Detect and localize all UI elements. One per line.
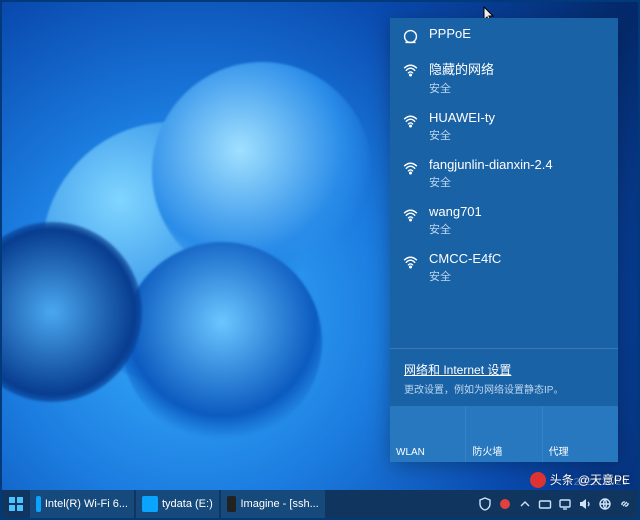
network-security: 安全 [429,80,494,96]
tile-proxy[interactable]: 代理 [543,406,618,462]
wifi-icon [402,253,419,270]
taskbar-app-imagine[interactable]: Imagine - [ssh... [221,490,325,518]
app-icon [227,496,237,512]
tile-wlan[interactable]: WLAN [390,406,466,462]
start-icon [8,496,24,512]
network-name: 隐藏的网络 [429,59,494,78]
network-item-fangjunlin[interactable]: fangjunlin-dianxin-2.4 安全 [390,149,618,196]
tray-volume-icon[interactable] [578,497,592,511]
tray-keyboard-icon[interactable] [538,497,552,511]
network-security: 安全 [429,221,482,237]
network-flyout: PPPoE 隐藏的网络 安全 HUAWEI-ty 安全 [390,18,618,462]
tile-label: WLAN [396,447,425,458]
taskbar-app-tydata[interactable]: tydata (E:) [136,490,219,518]
network-name: PPPoE [429,26,471,41]
system-tray [472,490,638,518]
wallpaper-shape [122,242,322,442]
quick-action-tiles: WLAN 防火墙 代理 [390,406,618,462]
tile-label: 防火墙 [472,443,502,458]
app-icon [36,496,41,512]
app-icon [142,496,158,512]
wifi-icon [402,159,419,176]
wifi-icon [402,61,419,78]
avatar-icon [530,472,546,488]
credit-prefix: 头条 [550,471,574,488]
divider [390,348,618,349]
network-name: wang701 [429,204,482,219]
taskbar-app-label: tydata (E:) [162,498,213,510]
tray-chevron-up-icon[interactable] [518,497,532,511]
tile-firewall[interactable]: 防火墙 [466,406,542,462]
network-item-hidden[interactable]: 隐藏的网络 安全 [390,51,618,102]
network-list: PPPoE 隐藏的网络 安全 HUAWEI-ty 安全 [390,18,618,348]
network-security: 安全 [429,268,501,284]
taskbar: Intel(R) Wi-Fi 6... tydata (E:) Imagine … [2,490,638,518]
network-settings-link[interactable]: 网络和 Internet 设置 [404,361,604,378]
network-item-wang701[interactable]: wang701 安全 [390,196,618,243]
network-item-huawei[interactable]: HUAWEI-ty 安全 [390,102,618,149]
date-watermark: 2022/11/29 [574,477,628,488]
network-name: fangjunlin-dianxin-2.4 [429,157,553,172]
dialup-icon [402,28,419,45]
wifi-icon [402,206,419,223]
taskbar-app-wifi[interactable]: Intel(R) Wi-Fi 6... [30,490,134,518]
network-item-cmcc[interactable]: CMCC-E4fC 安全 [390,243,618,290]
wifi-icon [402,112,419,129]
taskbar-app-label: Imagine - [ssh... [240,498,318,510]
network-settings-sub: 更改设置，例如为网络设置静态IP。 [404,381,604,396]
network-name: HUAWEI-ty [429,110,495,125]
tile-label: 代理 [549,443,569,458]
start-button[interactable] [2,490,30,518]
network-security: 安全 [429,127,495,143]
network-security: 安全 [429,174,553,190]
taskbar-app-label: Intel(R) Wi-Fi 6... [45,498,128,510]
tray-monitor-icon[interactable] [558,497,572,511]
desktop-screen: PPPoE 隐藏的网络 安全 HUAWEI-ty 安全 [0,0,640,520]
tray-record-icon[interactable] [498,497,512,511]
network-name: CMCC-E4fC [429,251,501,266]
network-item-pppoe[interactable]: PPPoE [390,18,618,51]
network-settings-block: 网络和 Internet 设置 更改设置，例如为网络设置静态IP。 [390,355,618,400]
tray-link-icon[interactable] [618,497,632,511]
tray-shield-icon[interactable] [478,497,492,511]
tray-network-icon[interactable] [598,497,612,511]
